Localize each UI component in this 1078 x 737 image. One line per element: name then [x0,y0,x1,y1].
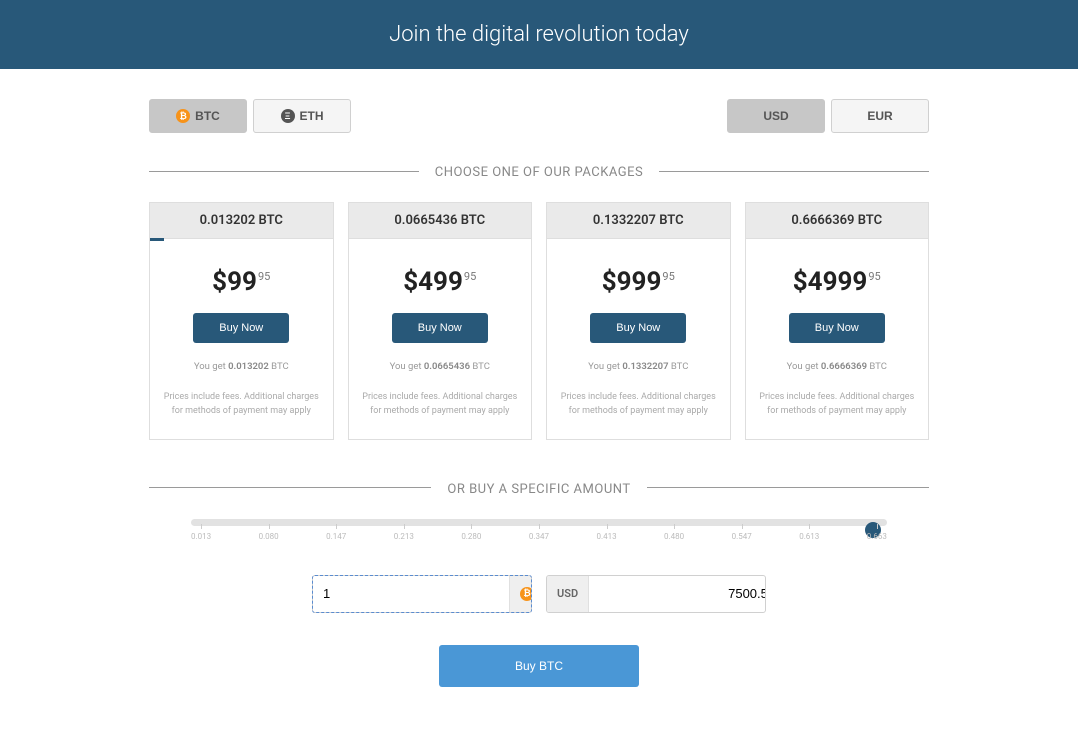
package-price: $9995 [212,267,270,297]
crypto-tab-eth-label: ETH [300,109,324,123]
package-body: $49995 Buy Now You get 0.0665436 BTC Pri… [349,239,532,439]
you-get-suffix: BTC [867,361,887,372]
you-get-text: You get 0.1332207 BTC [588,361,688,372]
you-get-text: You get 0.013202 BTC [194,361,289,372]
package-body: $99995 Buy Now You get 0.1332207 BTC Pri… [547,239,730,439]
slider-tick: 0.547 [732,532,752,541]
crypto-tab-btc[interactable]: ₿ BTC [149,99,247,133]
you-get-suffix: BTC [669,361,689,372]
you-get-prefix: You get [194,361,228,372]
slider-tick: 0.213 [394,532,414,541]
package-header: 0.0665436 BTC [349,203,532,239]
package-card: 0.013202 BTC $9995 Buy Now You get 0.013… [149,202,334,440]
price-cents: 95 [464,270,476,283]
currency-tab-usd[interactable]: USD [727,99,825,133]
buy-btc-button[interactable]: Buy BTC [439,645,639,687]
package-price: $499995 [793,267,881,297]
buy-now-button[interactable]: Buy Now [789,313,885,343]
specific-amount-section: OR BUY A SPECIFIC AMOUNT 0.013 0.080 0.147… [149,478,929,687]
package-header: 0.013202 BTC [150,203,333,239]
buy-now-button[interactable]: Buy Now [193,313,289,343]
btc-amount-field-group: ₿ BTC [312,575,532,613]
fine-print: Prices include fees. Additional charges … [162,390,321,419]
you-get-amount: 0.1332207 [622,361,668,372]
you-get-suffix: BTC [269,361,289,372]
you-get-amount: 0.013202 [228,361,269,372]
package-price: $49995 [403,267,476,297]
buy-now-button[interactable]: Buy Now [590,313,686,343]
slider-tick: 0.280 [461,532,481,541]
btc-suffix: ₿ BTC [509,576,532,612]
top-toggles: ₿ BTC Ξ ETH USD EUR [149,99,929,133]
package-body: $499995 Buy Now You get 0.6666369 BTC Pr… [746,239,929,439]
crypto-tab-btc-label: BTC [195,109,220,123]
price-main: $4999 [793,267,868,297]
usd-prefix: USD [547,576,589,612]
package-header: 0.6666369 BTC [746,203,929,239]
slider-tick: 0.413 [596,532,616,541]
package-body: $9995 Buy Now You get 0.013202 BTC Price… [150,239,333,439]
currency-tab-usd-label: USD [763,109,788,123]
slider-tick: 0.147 [326,532,346,541]
amount-title-wrap: OR BUY A SPECIFIC AMOUNT [149,478,929,497]
price-cents: 95 [868,270,880,283]
price-cents: 95 [258,270,270,283]
usd-amount-input[interactable] [589,576,766,612]
fine-print: Prices include fees. Additional charges … [758,390,917,419]
packages-title-wrap: CHOOSE ONE OF OUR PACKAGES [149,161,929,180]
banner: Join the digital revolution today [0,0,1078,69]
you-get-text: You get 0.0665436 BTC [390,361,490,372]
btc-icon: ₿ [176,109,190,123]
slider-tick: 0.613 [799,532,819,541]
you-get-text: You get 0.6666369 BTC [787,361,887,372]
you-get-prefix: You get [390,361,424,372]
you-get-amount: 0.6666369 [821,361,867,372]
slider-tick: 0.480 [664,532,684,541]
price-main: $999 [602,267,662,297]
crypto-tab-eth[interactable]: Ξ ETH [253,99,351,133]
fine-print: Prices include fees. Additional charges … [361,390,520,419]
package-card: 0.6666369 BTC $499995 Buy Now You get 0.… [745,202,930,440]
package-card: 0.1332207 BTC $99995 Buy Now You get 0.1… [546,202,731,440]
you-get-prefix: You get [588,361,622,372]
slider-ticks: 0.013 0.080 0.147 0.213 0.280 0.347 0.413 0.480… [191,532,887,541]
package-price: $99995 [602,267,675,297]
price-main: $499 [403,267,463,297]
packages-row: 0.013202 BTC $9995 Buy Now You get 0.013… [149,202,929,440]
you-get-prefix: You get [787,361,821,372]
currency-toggle-group: USD EUR [727,99,929,133]
btc-icon: ₿ [520,587,532,601]
slider-tick: 0.013 [191,532,211,541]
amount-slider[interactable]: 0.013 0.080 0.147 0.213 0.280 0.347 0.413 0.480… [191,519,887,541]
amount-input-row: ₿ BTC USD [149,575,929,613]
you-get-amount: 0.0665436 [424,361,470,372]
slider-tick: 0.347 [529,532,549,541]
fine-print: Prices include fees. Additional charges … [559,390,718,419]
price-cents: 95 [662,270,674,283]
packages-title: CHOOSE ONE OF OUR PACKAGES [419,165,659,180]
package-card: 0.0665436 BTC $49995 Buy Now You get 0.0… [348,202,533,440]
btc-amount-input[interactable] [313,576,509,612]
banner-title: Join the digital revolution today [389,22,689,47]
currency-tab-eur[interactable]: EUR [831,99,929,133]
crypto-toggle-group: ₿ BTC Ξ ETH [149,99,351,133]
eth-icon: Ξ [281,109,295,123]
price-main: $99 [212,267,257,297]
currency-tab-eur-label: EUR [867,109,892,123]
package-header: 0.1332207 BTC [547,203,730,239]
slider-tick: 0.663 [867,532,887,541]
you-get-suffix: BTC [470,361,490,372]
amount-title: OR BUY A SPECIFIC AMOUNT [431,482,646,497]
slider-tick: 0.080 [259,532,279,541]
buy-now-button[interactable]: Buy Now [392,313,488,343]
usd-amount-field-group: USD [546,575,766,613]
